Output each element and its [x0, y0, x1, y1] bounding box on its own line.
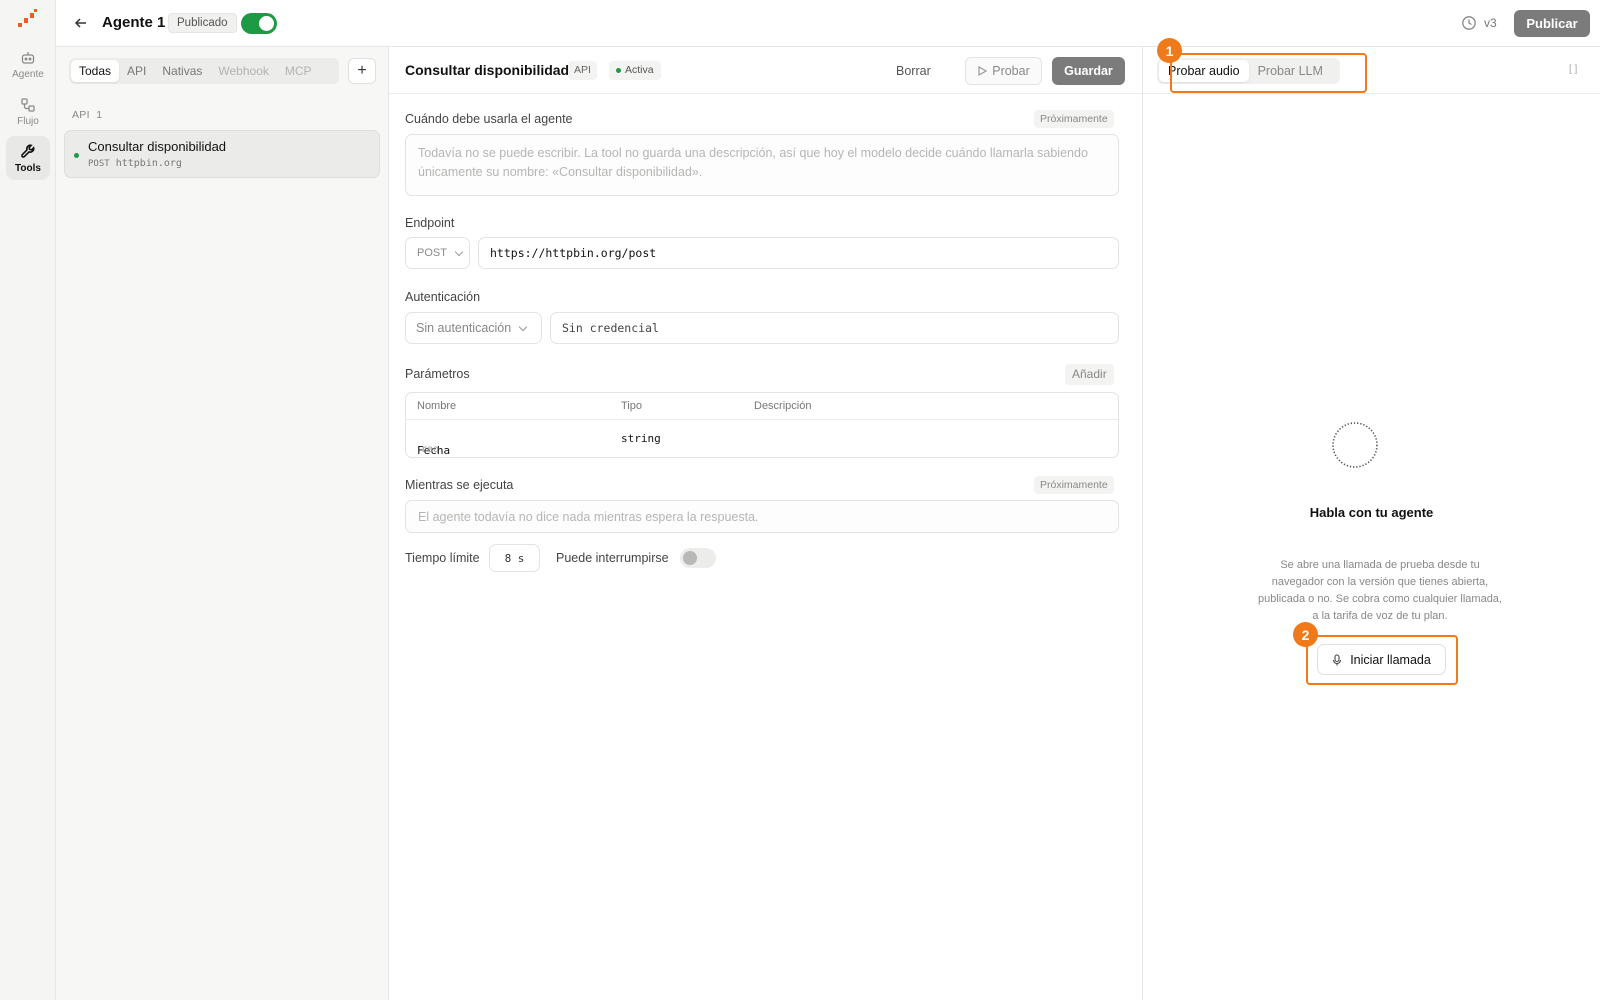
while-running-placeholder: El agente todavía no dice nada mientras …: [418, 510, 759, 524]
rail-item-label: Tools: [15, 162, 41, 174]
timeout-label: Tiempo límite: [405, 551, 480, 565]
filter-api[interactable]: API: [119, 60, 154, 82]
active-status-dot: [74, 153, 79, 158]
params-table: Nombre Tipo Descripción Fecha req string: [405, 392, 1119, 458]
col-description: Descripción: [754, 400, 812, 412]
params-label: Parámetros: [405, 367, 470, 381]
tool-filter-tabs: Todas API Nativas Webhook MCP: [69, 58, 339, 84]
filter-mcp[interactable]: MCP: [277, 60, 320, 82]
highlight-start-call: [1306, 635, 1458, 685]
while-running-label: Mientras se ejecuta: [405, 478, 514, 492]
editor-header: Consultar disponibilidad API Activa Borr…: [389, 47, 1143, 94]
col-name: Nombre: [417, 400, 457, 412]
clock-icon[interactable]: [1461, 15, 1477, 31]
interrupt-label: Puede interrumpirse: [556, 551, 669, 565]
voice-orb-icon: [1332, 422, 1378, 468]
usage-description-field[interactable]: Todavía no se puede escribir. La tool no…: [405, 134, 1119, 196]
while-running-soon-badge: Próximamente: [1034, 476, 1114, 494]
while-running-field[interactable]: El agente todavía no dice nada mientras …: [405, 500, 1119, 533]
timeout-input[interactable]: 8 s: [489, 544, 540, 572]
top-bar: Agente 1 Publicado v3 Publicar: [56, 0, 1600, 47]
method-value: POST: [417, 247, 447, 259]
add-param-button[interactable]: Añadir: [1065, 364, 1114, 385]
group-count: 1: [96, 109, 103, 121]
left-rail: Agente Flujo Tools: [0, 0, 56, 1000]
agent-name: Agente 1: [102, 14, 166, 31]
filter-nativas[interactable]: Nativas: [154, 60, 210, 82]
tool-type-badge: API: [568, 61, 597, 80]
delete-button[interactable]: Borrar: [896, 59, 931, 83]
endpoint-url-input[interactable]: https://httpbin.org/post: [478, 237, 1119, 269]
tool-title: Consultar disponibilidad: [405, 62, 570, 78]
add-tool-button[interactable]: +: [348, 58, 376, 84]
highlight-test-tabs: [1170, 53, 1367, 93]
rail-item-flujo[interactable]: Flujo: [6, 90, 50, 134]
voice-description: Se abre una llamada de prueba desde tu n…: [1258, 559, 1502, 622]
usage-label: Cuándo debe usarla el agente: [405, 112, 573, 126]
save-button[interactable]: Guardar: [1052, 57, 1125, 85]
table-row[interactable]: Fecha req string: [406, 420, 1118, 457]
rail-item-tools[interactable]: Tools: [6, 136, 50, 180]
filter-webhook[interactable]: Webhook: [210, 60, 276, 82]
usage-placeholder: Todavía no se puede escribir. La tool no…: [418, 146, 1088, 179]
back-arrow-icon[interactable]: [72, 14, 90, 32]
tool-item-method: POST: [88, 159, 110, 169]
col-type: Tipo: [621, 400, 642, 412]
params-table-header: Nombre Tipo Descripción: [406, 393, 1118, 420]
tool-list-item[interactable]: Consultar disponibilidad POST httpbin.or…: [64, 130, 380, 178]
test-button-label: Probar: [992, 64, 1030, 78]
test-button[interactable]: Probar: [965, 57, 1042, 85]
group-label: API 1: [72, 109, 102, 121]
auth-label: Autenticación: [405, 290, 481, 304]
brand-logo-icon: [18, 9, 37, 27]
tool-item-endpoint: POST httpbin.org: [88, 158, 182, 169]
param-type: string: [621, 432, 661, 445]
publish-toggle[interactable]: [241, 13, 277, 34]
group-name: API: [72, 109, 90, 121]
annotation-marker-2: 2: [1293, 622, 1318, 647]
interrupt-toggle[interactable]: [680, 548, 716, 568]
publish-button[interactable]: Publicar: [1514, 10, 1590, 37]
version-label[interactable]: v3: [1484, 16, 1497, 30]
tool-editor: Consultar disponibilidad API Activa Borr…: [389, 47, 1143, 1000]
method-select[interactable]: POST: [405, 237, 470, 269]
usage-soon-badge: Próximamente: [1034, 110, 1114, 128]
rail-item-label: Agente: [12, 69, 44, 80]
tool-item-host: httpbin.org: [115, 158, 182, 169]
tool-status-badge: Activa: [609, 61, 661, 80]
annotation-marker-1: 1: [1157, 38, 1182, 63]
published-badge: Publicado: [168, 13, 237, 33]
rail-item-agente[interactable]: Agente: [6, 43, 50, 87]
param-required-tag: req: [421, 444, 440, 455]
expand-panel-icon[interactable]: [ ]: [1569, 64, 1577, 75]
tools-list-panel: Todas API Nativas Webhook MCP + API 1 Co…: [56, 47, 389, 1000]
auth-type-value: Sin autenticación: [416, 321, 512, 335]
chevron-down-icon: [518, 322, 528, 331]
credential-select[interactable]: Sin credencial: [550, 312, 1119, 344]
bot-icon: [21, 52, 35, 64]
wrench-icon: [20, 144, 34, 158]
filter-todas[interactable]: Todas: [71, 60, 120, 82]
app-window: Agente Flujo Tools Agente 1 Publicado v3…: [0, 0, 1600, 1000]
endpoint-label: Endpoint: [405, 216, 455, 230]
chevron-down-icon: [454, 247, 464, 256]
auth-type-select[interactable]: Sin autenticación: [405, 312, 542, 344]
voice-heading: Habla con tu agente: [1309, 505, 1434, 520]
flow-icon: [21, 98, 35, 112]
tool-item-name: Consultar disponibilidad: [88, 139, 227, 154]
play-icon: [978, 66, 988, 76]
test-panel: Probar audio Probar LLM [ ]: [1143, 47, 1600, 1000]
rail-item-label: Flujo: [17, 116, 39, 127]
